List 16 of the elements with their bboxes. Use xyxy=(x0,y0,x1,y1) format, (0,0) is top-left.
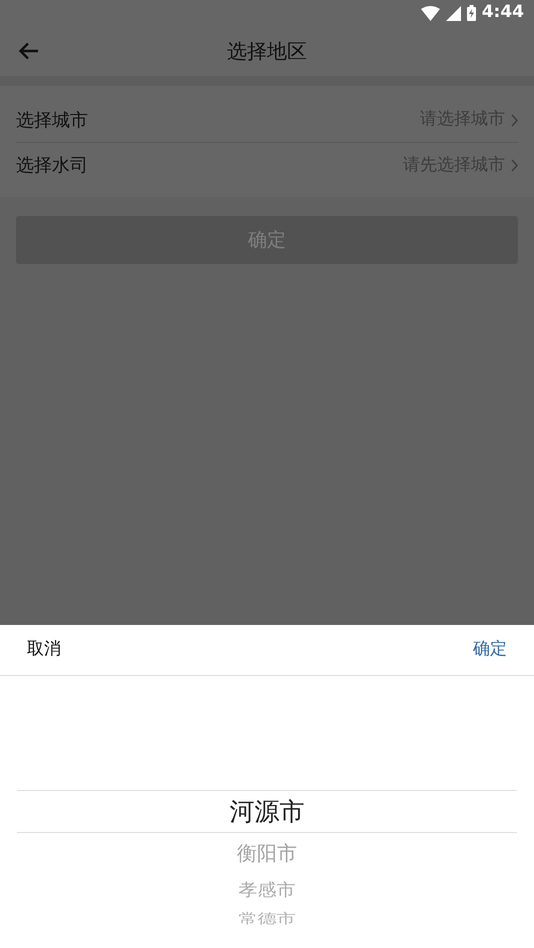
chevron-right-icon xyxy=(511,114,518,126)
row-label: 选择水司 xyxy=(16,154,88,178)
battery-icon xyxy=(466,5,476,21)
wifi-icon xyxy=(420,6,440,20)
cancel-button[interactable]: 取消 xyxy=(27,637,61,663)
signal-icon xyxy=(446,6,461,20)
picker-option[interactable]: 孝感市 xyxy=(238,874,296,906)
ok-button[interactable]: 确定 xyxy=(473,637,507,663)
chevron-right-icon xyxy=(511,159,518,172)
row-label: 选择城市 xyxy=(16,108,88,132)
picker-option[interactable]: 衡阳市 xyxy=(237,833,297,873)
picker-option[interactable]: 常德市 xyxy=(238,910,296,928)
status-time: 4:44 xyxy=(482,1,524,24)
back-arrow-icon[interactable] xyxy=(19,42,39,60)
picker-option[interactable]: 河源市 xyxy=(17,790,517,833)
page-title: 选择地区 xyxy=(227,38,307,65)
